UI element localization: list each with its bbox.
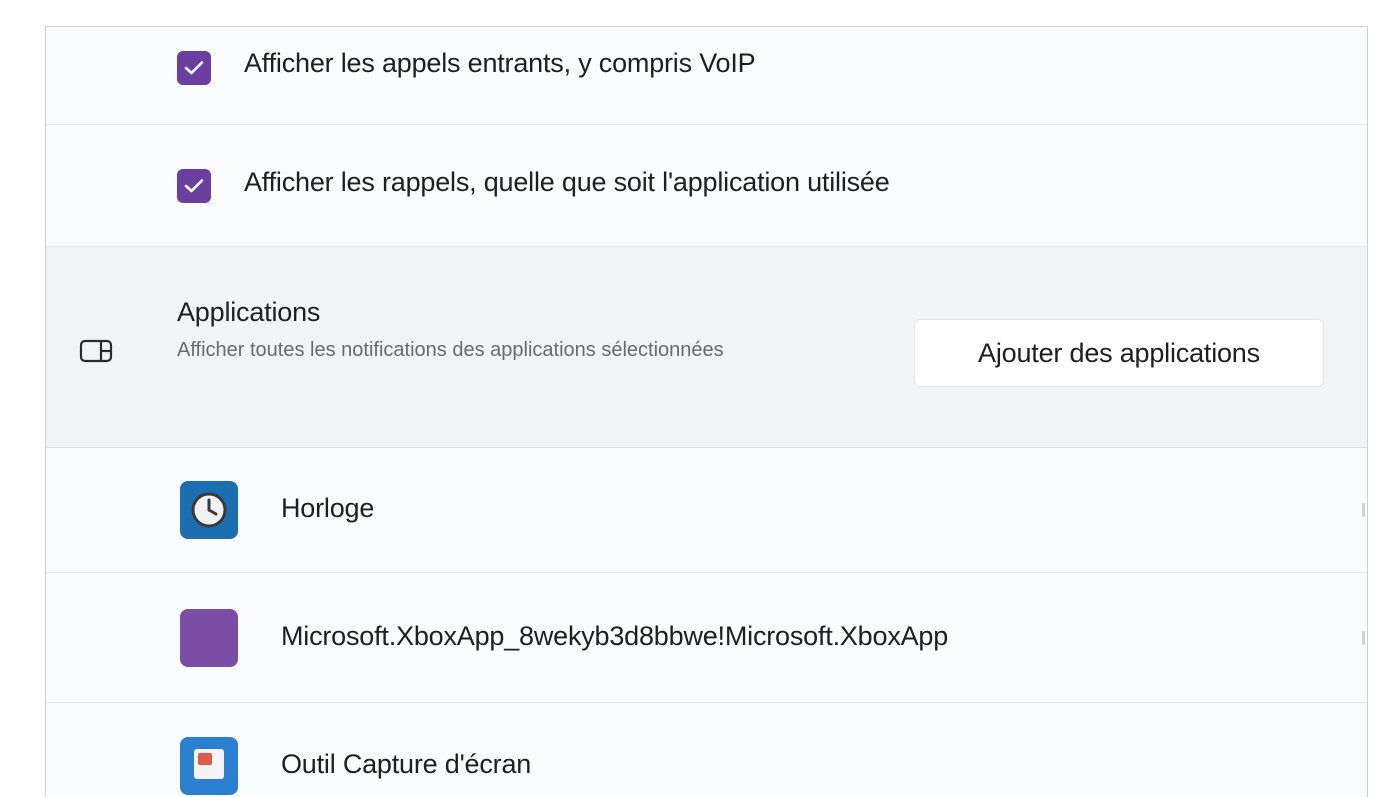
app-name-horloge: Horloge	[281, 493, 375, 523]
applications-section: Applications Afficher toutes les notific…	[46, 247, 1367, 448]
applications-text: Applications Afficher toutes les notific…	[177, 297, 817, 366]
app-row-horloge[interactable]: Horloge	[46, 448, 1367, 573]
add-applications-button[interactable]: Ajouter des applications	[914, 319, 1324, 387]
checkmark-icon	[184, 179, 204, 193]
settings-panel: Afficher les appels entrants, y compris …	[45, 26, 1368, 797]
applications-description: Afficher toutes les notifications des ap…	[177, 339, 724, 361]
clock-app-icon	[180, 481, 238, 539]
reminders-label: Afficher les rappels, quelle que soit l'…	[244, 167, 890, 197]
incoming-calls-label: Afficher les appels entrants, y compris …	[244, 48, 756, 78]
app-row-xbox[interactable]: Microsoft.XboxApp_8wekyb3d8bbwe!Microsof…	[46, 573, 1367, 703]
reminders-row[interactable]: Afficher les rappels, quelle que soit l'…	[46, 125, 1367, 247]
incoming-calls-row[interactable]: Afficher les appels entrants, y compris …	[46, 27, 1367, 125]
app-window-icon	[79, 339, 113, 363]
snipping-tool-icon	[180, 737, 238, 795]
app-name-snipping-tool: Outil Capture d'écran	[281, 749, 532, 779]
xbox-app-icon	[180, 609, 238, 667]
app-name-xbox: Microsoft.XboxApp_8wekyb3d8bbwe!Microsof…	[281, 621, 949, 651]
applications-title: Applications	[177, 297, 321, 327]
checkmark-icon	[184, 61, 204, 75]
reminders-checkbox[interactable]	[177, 169, 211, 203]
row-edge-indicator	[1362, 631, 1365, 645]
app-row-snipping-tool[interactable]: Outil Capture d'écran	[46, 703, 1367, 797]
incoming-calls-checkbox[interactable]	[177, 51, 211, 85]
row-edge-indicator	[1362, 503, 1365, 517]
